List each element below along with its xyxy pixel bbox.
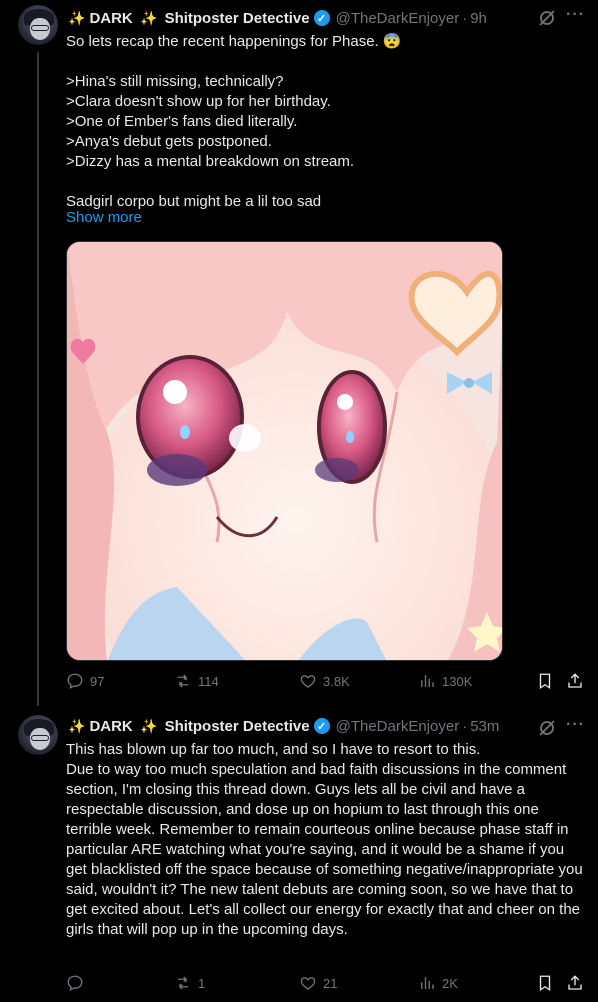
bookmark-icon [539,673,551,690]
dot-separator: · [462,717,468,735]
reply-icon [67,673,83,690]
display-name[interactable]: DARK ✨ Shitposter Detective [89,10,309,27]
bookmark-button[interactable] [536,974,554,992]
tweet-image[interactable] [66,241,503,661]
like-button[interactable]: 21 [299,974,337,992]
like-count: 21 [323,975,338,991]
dot-separator: · [462,9,468,27]
verified-badge-icon: ✓ [313,718,330,734]
tweet-text: So lets recap the recent happenings for … [66,33,402,210]
reply-button[interactable]: 97 [66,672,104,690]
tweet[interactable]: ✨ DARK ✨ Shitposter Detective ✓ @TheDark… [0,0,598,706]
like-icon [300,675,316,688]
tweet-actions: 97 114 3.8K 130K [66,672,586,696]
like-button[interactable]: 3.8K [299,672,350,690]
grok-icon[interactable] [537,719,557,737]
reply-count: 97 [90,673,105,689]
display-name-part1: DARK [89,9,133,27]
tweet-text: This has blown up far too much, and so I… [66,741,583,938]
views-icon [421,675,434,687]
share-icon [568,975,582,990]
display-name-part2: Shitposter Detective [164,9,310,27]
more-icon[interactable]: ··· [566,716,584,734]
view-count: 2K [442,975,458,991]
more-icon[interactable]: ··· [566,6,584,24]
avatar-glasses [31,735,49,741]
repost-icon [177,976,189,990]
display-name-part2: Shitposter Detective [164,717,310,735]
sparkle-emoji: ✨ [139,717,158,734]
reply-icon [67,975,83,992]
repost-count: 114 [198,673,219,689]
views-button[interactable]: 2K [418,974,458,992]
bookmark-icon [539,975,551,992]
show-more-link[interactable]: Show more [66,209,142,226]
anime-girl-illustration [67,242,502,660]
avatar[interactable] [18,715,58,755]
user-handle[interactable]: @TheDarkEnjoyer [336,10,460,27]
share-button[interactable] [566,974,584,992]
repost-icon [177,674,189,688]
avatar[interactable] [18,5,58,45]
sparkle-emoji: ✨ [68,717,86,734]
avatar-glasses [31,25,49,31]
views-icon [421,977,434,989]
grok-icon[interactable] [537,9,557,27]
sparkle-emoji: ✨ [68,9,86,26]
sparkle-emoji: ✨ [139,9,158,26]
display-name-part1: DARK [89,717,133,735]
like-icon [300,977,316,990]
thread-line [37,52,39,706]
bookmark-button[interactable] [536,672,554,690]
repost-button[interactable]: 114 [174,672,219,690]
view-count: 130K [442,673,473,689]
tweet[interactable]: ✨ DARK ✨ Shitposter Detective ✓ @TheDark… [0,706,598,1002]
repost-button[interactable]: 1 [174,974,205,992]
reply-button[interactable] [66,974,90,992]
repost-count: 1 [198,975,206,991]
tweet-actions: 1 21 2K [66,974,586,998]
tweet-header: ✨ DARK ✨ Shitposter Detective ✓ @TheDark… [68,8,487,28]
user-handle[interactable]: @TheDarkEnjoyer [336,718,460,735]
display-name[interactable]: DARK ✨ Shitposter Detective [89,718,309,735]
share-icon [568,673,582,688]
timestamp[interactable]: 53m [470,718,499,735]
share-button[interactable] [566,672,584,690]
tweet-header: ✨ DARK ✨ Shitposter Detective ✓ @TheDark… [68,716,499,736]
timestamp[interactable]: 9h [470,10,487,27]
like-count: 3.8K [323,673,350,689]
verified-badge-icon: ✓ [313,10,330,26]
views-button[interactable]: 130K [418,672,472,690]
